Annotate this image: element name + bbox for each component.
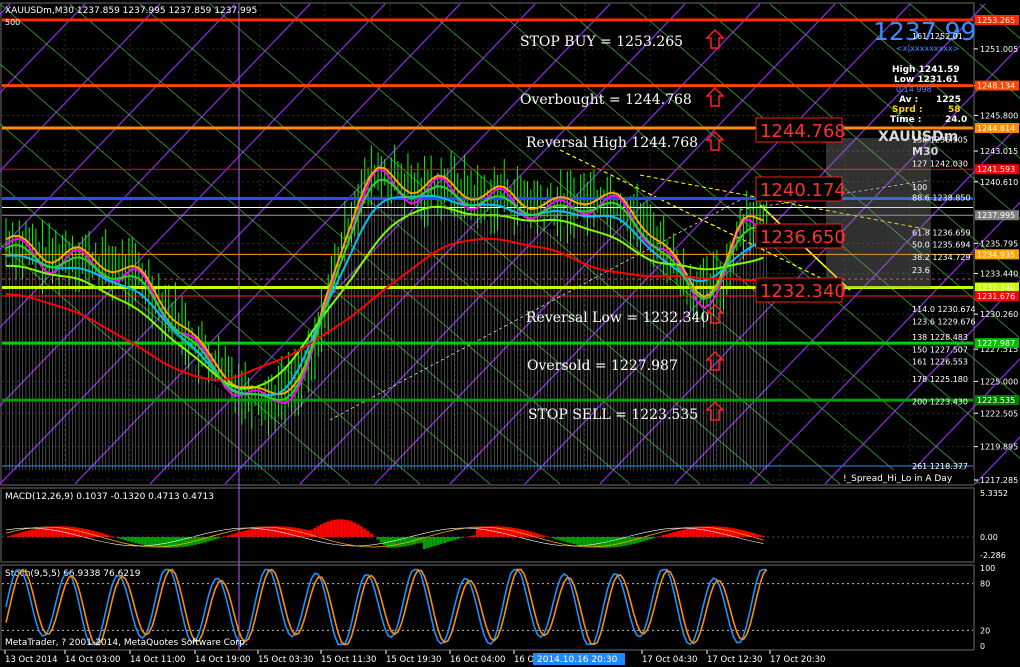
chart-background bbox=[0, 0, 1020, 667]
time-axis-label: 17 Oct 04:30 bbox=[642, 655, 697, 665]
info-low: Low 1231.61 bbox=[894, 75, 958, 85]
macd-axis-label: 5.3352 bbox=[980, 489, 1008, 498]
price-tag-label: 1234.935 bbox=[977, 250, 1015, 259]
fib-label: 123.6 1229.676 bbox=[912, 318, 976, 327]
fib-label: 138 1228.483 bbox=[912, 333, 968, 342]
fib-label: 61.8 1236.659 bbox=[912, 228, 971, 237]
price-tag-label: 1248.134 bbox=[977, 82, 1015, 91]
price-tag-label: 1253.265 bbox=[977, 16, 1015, 25]
big-label-1236: 1236.650 bbox=[760, 227, 846, 248]
price-axis-label: 1225.000 bbox=[980, 377, 1018, 386]
price-tag-label: 1227.987 bbox=[977, 339, 1015, 348]
crosshair-time: 2014.10.16 20:30 bbox=[537, 655, 618, 665]
reversal-low-label: Reversal Low = 1232.340 bbox=[526, 310, 709, 326]
price-axis-label: 1233.440 bbox=[980, 269, 1018, 278]
price-axis-label: 1243.015 bbox=[980, 147, 1018, 156]
big-label-1240: 1240.174 bbox=[760, 180, 846, 201]
info-small: 0.14 998 bbox=[896, 85, 932, 94]
fib-label: 161 1252.01 bbox=[912, 32, 963, 41]
price-axis-label: 1245.800 bbox=[980, 111, 1018, 120]
oversold-label: Oversold = 1227.987 bbox=[527, 358, 678, 374]
stoch-axis-label: 100 bbox=[980, 564, 995, 573]
fib-label: 23.6 bbox=[912, 266, 930, 275]
fib-label: 138 1236.905 bbox=[912, 136, 968, 145]
stop-sell-label: STOP SELL = 1223.535 bbox=[528, 407, 698, 423]
time-axis-label: 14 Oct 19:00 bbox=[195, 655, 250, 665]
big-label-1232: 1232.340 bbox=[760, 281, 846, 302]
info-av-label: Av : bbox=[899, 95, 918, 105]
big-label-1244: 1244.768 bbox=[760, 121, 846, 142]
time-axis-label: 16 Oct 04:00 bbox=[450, 655, 505, 665]
fib-label: 178 1225.180 bbox=[912, 375, 968, 384]
fib-label: 38.2 1234.729 bbox=[912, 253, 971, 262]
info-sprd-value: 58 bbox=[948, 105, 961, 115]
fib-label: 200 1223.430 bbox=[912, 397, 968, 406]
fib-label: 50.0 1235.694 bbox=[912, 241, 971, 250]
info-time-label: Time : bbox=[890, 115, 921, 125]
price-tag-label: 1244.814 bbox=[977, 124, 1015, 133]
price-tag-label: 1241.593 bbox=[977, 165, 1015, 174]
stoch-axis-label: 0 bbox=[980, 642, 985, 651]
price-tag-label: 1223.535 bbox=[977, 396, 1015, 405]
stoch-axis-label: 80 bbox=[980, 580, 990, 589]
price-axis-label: 1235.795 bbox=[980, 239, 1018, 248]
time-axis-label: 14 Oct 11:00 bbox=[130, 655, 185, 665]
price-axis-label: 1219.895 bbox=[980, 443, 1018, 452]
current-price-sub: <x|xxxxxxxxx> bbox=[896, 44, 959, 53]
time-axis-label: 15 Oct 03:30 bbox=[258, 655, 313, 665]
stop-buy-label: STOP BUY = 1253.265 bbox=[520, 34, 683, 50]
time-axis-label: 15 Oct 11:30 bbox=[321, 655, 376, 665]
price-axis-label: 1240.610 bbox=[980, 178, 1018, 187]
fib-label: 150 1227.507 bbox=[912, 345, 968, 354]
reversal-high-label: Reversal High 1244.768 bbox=[526, 135, 698, 151]
info-sprd-label: Sprd : bbox=[892, 105, 923, 115]
fib-label: 88.6 1238.850 bbox=[912, 193, 971, 202]
copyright: MetaTrader, ? 2001-2014, MetaQuotes Soft… bbox=[5, 638, 248, 648]
price-axis-label: 1222.505 bbox=[980, 409, 1018, 418]
time-axis-label: 14 Oct 03:00 bbox=[65, 655, 120, 665]
watermark-timeframe: M30 bbox=[912, 145, 939, 158]
price-axis-label: 1251.005 bbox=[980, 45, 1018, 54]
price-axis-label: 1217.285 bbox=[980, 476, 1018, 485]
price-tag-label: 1237.995 bbox=[977, 211, 1015, 220]
time-axis-label: 17 Oct 12:30 bbox=[707, 655, 762, 665]
info-time-value: 24.0 bbox=[945, 115, 967, 125]
fib-label: 261 1218.377 bbox=[912, 462, 968, 471]
symbol-info: XAUUSDm,M30 1237.859 1237.995 1237.859 1… bbox=[5, 6, 257, 16]
info-high: High 1241.59 bbox=[892, 65, 960, 75]
time-axis-label: 15 Oct 19:30 bbox=[386, 655, 441, 665]
macd-axis-label: -2.286 bbox=[980, 551, 1006, 560]
corner-value: 500 bbox=[5, 18, 20, 27]
metatrader-chart-window[interactable]: XAUUSDm,M30 1237.859 1237.995 1237.859 1… bbox=[0, 0, 1020, 667]
overbought-label: Overbought = 1244.768 bbox=[520, 92, 692, 108]
macd-label: MACD(12,26,9) 0.1037 -0.1320 0.4713 0.47… bbox=[5, 492, 214, 502]
time-axis-label: 17 Oct 20:30 bbox=[770, 655, 825, 665]
macd-axis-label: 0.00 bbox=[980, 533, 998, 542]
indicator-label: !_Spread_Hi_Lo in A Day bbox=[843, 474, 953, 484]
price-axis-label: 1230.260 bbox=[980, 310, 1018, 319]
fib-label: 127 1242.030 bbox=[912, 160, 968, 169]
info-av-value: 1225 bbox=[936, 95, 961, 105]
time-axis-label: 13 Oct 2014 bbox=[5, 655, 58, 665]
fib-label: 161 1226.553 bbox=[912, 358, 968, 367]
stoch-axis-label: 20 bbox=[980, 626, 990, 635]
fib-label: 100 bbox=[912, 183, 927, 192]
fib-label: 114.0 1230.674 bbox=[912, 305, 976, 314]
price-tag-label: 1231.676 bbox=[977, 292, 1015, 301]
